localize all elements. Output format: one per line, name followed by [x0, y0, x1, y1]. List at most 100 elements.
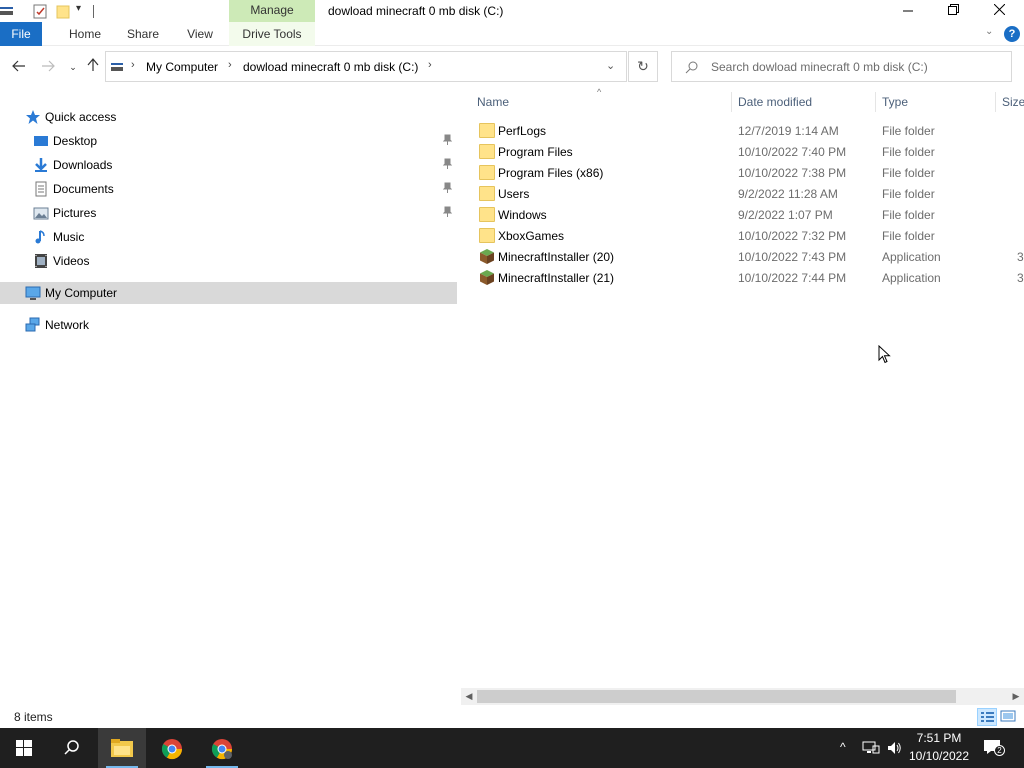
address-bar[interactable]: › My Computer › dowload minecraft 0 mb d… — [105, 51, 627, 82]
help-icon[interactable]: ? — [1004, 26, 1020, 42]
tab-share[interactable]: Share — [120, 22, 166, 46]
nav-item-documents[interactable]: Documents — [0, 178, 457, 200]
back-button[interactable] — [9, 57, 29, 77]
expand-ribbon-icon[interactable]: ⌄ — [985, 26, 993, 37]
volume-icon[interactable] — [886, 740, 902, 756]
breadcrumb-separator-icon[interactable]: › — [228, 59, 232, 71]
column-divider[interactable] — [875, 92, 876, 112]
file-row[interactable]: Users 9/2/2022 11:28 AM File folder — [471, 183, 1024, 204]
minimize-icon — [903, 10, 913, 12]
documents-icon — [35, 181, 47, 197]
file-size: 3 — [1017, 271, 1024, 285]
nav-item-my-computer[interactable]: My Computer — [0, 282, 457, 304]
address-history-dropdown-icon[interactable]: ⌄ — [606, 59, 615, 72]
tab-home[interactable]: Home — [60, 22, 110, 46]
file-date: 10/10/2022 7:38 PM — [738, 166, 847, 180]
nav-label: Downloads — [53, 158, 113, 172]
clock-date[interactable]: 10/10/2022 — [905, 749, 973, 763]
chrome-taskbar-button[interactable] — [148, 728, 196, 768]
column-divider[interactable] — [995, 92, 996, 112]
chrome-icon — [211, 739, 233, 760]
large-icons-view-button[interactable] — [999, 708, 1019, 726]
start-button[interactable] — [0, 728, 48, 768]
scroll-right-button[interactable]: ▶ — [1008, 688, 1024, 705]
action-center-button[interactable]: 2 — [983, 739, 1005, 757]
nav-label: Videos — [53, 254, 90, 268]
computer-icon[interactable] — [0, 4, 16, 18]
nav-item-pictures[interactable]: Pictures — [0, 202, 457, 224]
file-row[interactable]: Program Files 10/10/2022 7:40 PM File fo… — [471, 141, 1024, 162]
customize-quick-access-icon[interactable]: ▾ — [76, 3, 81, 14]
computer-icon — [111, 63, 123, 71]
file-name: MinecraftInstaller (21) — [498, 271, 615, 285]
scrollbar-thumb[interactable] — [477, 690, 956, 703]
nav-quick-access[interactable]: Quick access — [0, 106, 457, 128]
file-row[interactable]: PerfLogs 12/7/2019 1:14 AM File folder — [471, 120, 1024, 141]
properties-icon[interactable] — [33, 4, 48, 19]
network-icon — [25, 317, 40, 332]
tab-view[interactable]: View — [178, 22, 222, 46]
title-bar: ▾ Manage dowload minecraft 0 mb disk (C:… — [0, 0, 1024, 22]
file-type: File folder — [882, 145, 935, 159]
tab-file[interactable]: File — [0, 22, 42, 46]
forward-button[interactable] — [38, 57, 58, 77]
nav-label: Pictures — [53, 206, 97, 220]
navigation-pane: Quick access Desktop Downloads Documents… — [0, 92, 457, 704]
scroll-left-button[interactable]: ◀ — [461, 688, 477, 705]
tab-manage[interactable]: Manage — [229, 0, 315, 22]
nav-item-music[interactable]: Music — [0, 226, 457, 248]
file-row[interactable]: MinecraftInstaller (20) 10/10/2022 7:43 … — [471, 246, 1024, 267]
computer-icon — [25, 286, 41, 300]
file-size: 3 — [1017, 250, 1024, 264]
up-button[interactable] — [83, 57, 103, 77]
file-row[interactable]: XboxGames 10/10/2022 7:32 PM File folder — [471, 225, 1024, 246]
nav-label: Music — [53, 230, 85, 244]
pin-icon[interactable] — [443, 158, 452, 170]
column-divider[interactable] — [731, 92, 732, 112]
file-name: PerfLogs — [498, 124, 547, 138]
column-header-date-modified[interactable]: Date modified — [738, 95, 812, 115]
arrow-up-icon — [87, 58, 99, 71]
search-input[interactable]: Search dowload minecraft 0 mb disk (C:) — [671, 51, 1012, 82]
close-button[interactable] — [976, 0, 1022, 22]
network-tray-icon[interactable] — [862, 740, 880, 756]
pin-icon[interactable] — [443, 134, 452, 146]
breadcrumb-separator-icon[interactable]: › — [131, 59, 135, 71]
item-count: 8 items — [14, 710, 53, 724]
file-name: MinecraftInstaller (20) — [498, 250, 615, 264]
breadcrumb-drive[interactable]: dowload minecraft 0 mb disk (C:) — [243, 60, 418, 74]
show-hidden-icons-icon[interactable]: ^ — [840, 740, 846, 754]
new-folder-icon[interactable] — [56, 4, 71, 19]
recent-locations-button[interactable]: ⌄ — [63, 57, 83, 77]
horizontal-scrollbar[interactable]: ◀ ▶ — [461, 688, 1024, 705]
nav-item-network[interactable]: Network — [0, 314, 457, 336]
chrome-profile-taskbar-button[interactable] — [198, 728, 246, 768]
pin-icon[interactable] — [443, 206, 452, 218]
file-type: File folder — [882, 229, 935, 243]
file-name: XboxGames — [498, 229, 565, 243]
file-row[interactable]: Program Files (x86) 10/10/2022 7:38 PM F… — [471, 162, 1024, 183]
clock-time[interactable]: 7:51 PM — [905, 731, 973, 745]
nav-item-desktop[interactable]: Desktop — [0, 130, 457, 152]
file-row[interactable]: MinecraftInstaller (21) 10/10/2022 7:44 … — [471, 267, 1024, 288]
file-explorer-taskbar-button[interactable] — [98, 728, 146, 768]
refresh-button[interactable]: ↻ — [628, 51, 658, 82]
nav-item-videos[interactable]: Videos — [0, 250, 457, 272]
column-header-name[interactable]: Name — [477, 95, 509, 115]
details-view-button[interactable] — [977, 708, 997, 726]
pin-icon[interactable] — [443, 182, 452, 194]
restore-button[interactable] — [930, 0, 976, 22]
nav-item-downloads[interactable]: Downloads — [0, 154, 457, 176]
minimize-button[interactable] — [885, 0, 931, 22]
column-header-type[interactable]: Type — [882, 95, 908, 115]
breadcrumb-my-computer[interactable]: My Computer — [146, 60, 218, 74]
file-row[interactable]: Windows 9/2/2022 1:07 PM File folder — [471, 204, 1024, 225]
folder-icon — [479, 207, 495, 222]
minecraft-grass-block-icon — [480, 270, 494, 285]
file-type: File folder — [882, 124, 935, 138]
tab-drive-tools[interactable]: Drive Tools — [229, 22, 315, 46]
desktop-icon — [34, 136, 48, 146]
column-header-size[interactable]: Size — [1002, 95, 1024, 115]
search-button[interactable] — [48, 728, 96, 768]
breadcrumb-separator-icon[interactable]: › — [428, 59, 432, 71]
